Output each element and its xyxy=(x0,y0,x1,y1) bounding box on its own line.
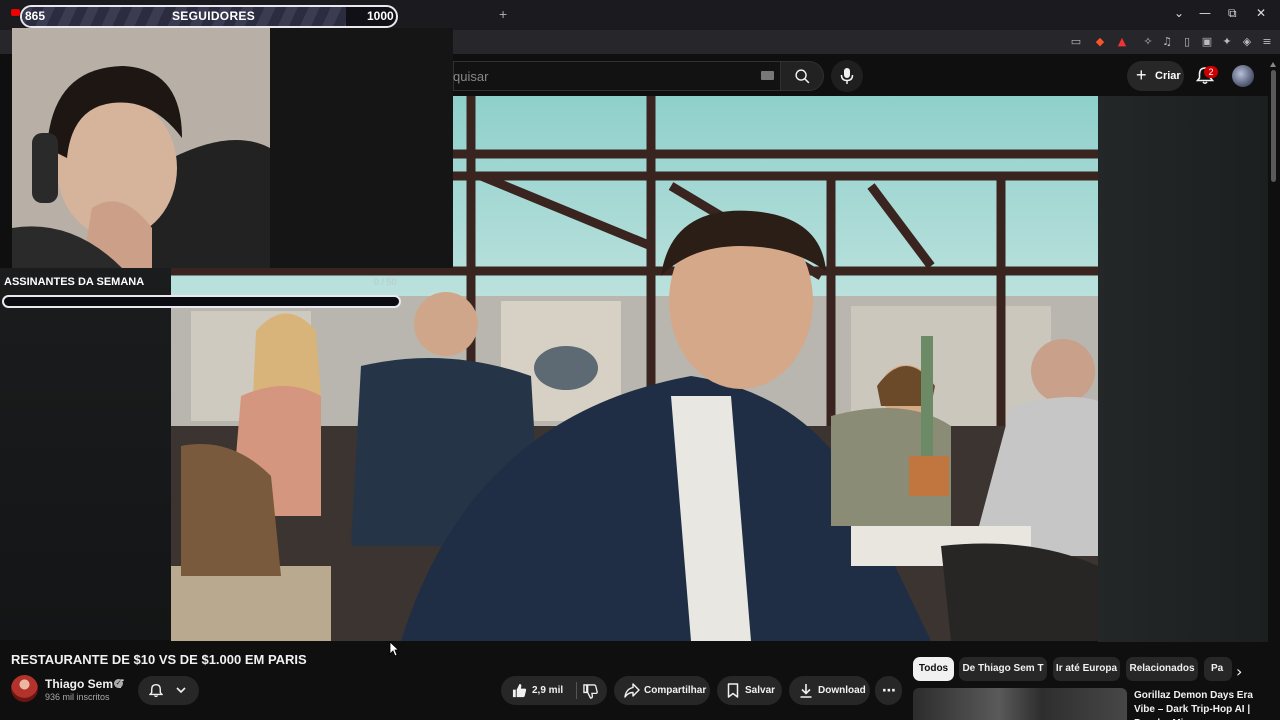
menu-icon[interactable]: ≡ xyxy=(1260,35,1274,49)
minimize-button[interactable]: — xyxy=(1199,6,1211,20)
plus-icon: + xyxy=(1136,65,1147,85)
followers-current: 865 xyxy=(25,9,46,23)
bookmark-icon xyxy=(727,683,739,698)
music-icon[interactable]: ♫ xyxy=(1160,35,1174,49)
download-button[interactable]: Download xyxy=(789,676,870,705)
chip-relacionados[interactable]: Relacionados xyxy=(1126,657,1198,681)
cast-icon[interactable]: ▭ xyxy=(1069,35,1083,49)
webcam-image xyxy=(12,28,453,268)
right-page-background xyxy=(1098,96,1268,642)
close-window-button[interactable]: ✕ xyxy=(1256,6,1266,20)
tab-list-dropdown[interactable]: ⌄ xyxy=(1174,6,1184,20)
chip-channel[interactable]: De Thiago Sem T xyxy=(959,657,1047,681)
subs-week-title: ASSINANTES DA SEMANA xyxy=(4,276,145,288)
channel-avatar[interactable] xyxy=(11,675,38,702)
keyboard-icon[interactable] xyxy=(761,71,774,80)
create-button[interactable]: + Criar xyxy=(1127,61,1184,91)
more-actions-button[interactable]: ⋯ xyxy=(875,676,902,705)
search-placeholder: quisar xyxy=(453,69,489,84)
search-icon xyxy=(795,69,810,84)
restore-button[interactable]: ⧉ xyxy=(1228,6,1237,21)
video-title: RESTAURANTE DE $10 VS DE $1.000 EM PARIS xyxy=(11,652,307,667)
followers-goal: 1000 xyxy=(367,9,394,23)
recommended-video-title[interactable]: Gorillaz Demon Days Era Vibe – Dark Trip… xyxy=(1134,689,1264,720)
create-button-label: Criar xyxy=(1155,70,1181,82)
extensions-icon[interactable]: ✧ xyxy=(1141,35,1155,49)
left-page-background xyxy=(0,268,171,640)
download-icon xyxy=(800,684,812,698)
wallet-icon[interactable]: ▣ xyxy=(1200,35,1214,49)
ai-assistant-icon[interactable]: ✦ xyxy=(1220,35,1234,49)
subscribed-notifications-button[interactable] xyxy=(138,676,199,705)
dislike-icon[interactable] xyxy=(583,684,598,699)
page-scrollbar[interactable] xyxy=(1271,70,1276,182)
chip-todos[interactable]: Todos xyxy=(913,657,954,681)
recommended-video-thumbnail[interactable] xyxy=(913,688,1127,720)
save-label: Salvar xyxy=(745,685,776,696)
mic-icon xyxy=(840,68,854,84)
chip-europa[interactable]: Ir até Europa xyxy=(1053,657,1120,681)
scroll-up-arrow[interactable] xyxy=(1270,62,1276,67)
new-tab-button[interactable]: + xyxy=(499,6,507,22)
mouse-cursor-icon xyxy=(389,641,399,657)
search-button[interactable] xyxy=(780,61,824,91)
share-icon xyxy=(624,683,640,698)
streamer-webcam xyxy=(12,28,453,268)
like-dislike-group: 2,9 mil xyxy=(501,676,607,705)
rewards-triangle-icon[interactable]: ▲ xyxy=(1115,35,1129,49)
channel-subscribers: 936 mil inscritos xyxy=(45,692,110,702)
save-button[interactable]: Salvar xyxy=(717,676,782,705)
like-icon[interactable] xyxy=(512,683,527,698)
chevron-down-icon xyxy=(176,687,186,694)
notification-badge: 2 xyxy=(1204,66,1218,78)
verified-icon: ✓ xyxy=(114,679,123,688)
like-divider xyxy=(576,682,577,699)
youtube-logo-icon xyxy=(11,9,20,16)
vpn-icon[interactable]: ◈ xyxy=(1240,35,1254,49)
search-input[interactable] xyxy=(453,61,780,91)
subs-week-count: 0 / 50 xyxy=(374,277,397,287)
account-avatar[interactable] xyxy=(1232,65,1254,87)
bell-icon xyxy=(149,683,163,698)
brave-shield-icon[interactable]: ◆ xyxy=(1093,35,1107,49)
chevron-right-icon[interactable]: › xyxy=(1236,662,1242,681)
more-icon: ⋯ xyxy=(882,682,896,698)
chip-partial[interactable]: Pa xyxy=(1204,657,1232,681)
share-label: Compartilhar xyxy=(644,685,707,696)
followers-label: SEGUIDORES xyxy=(172,9,256,23)
sidebar-icon[interactable]: ▯ xyxy=(1180,35,1194,49)
voice-search-button[interactable] xyxy=(831,60,863,92)
channel-name[interactable]: Thiago Sem T xyxy=(45,677,124,691)
download-label: Download xyxy=(818,685,866,696)
like-count[interactable]: 2,9 mil xyxy=(532,685,563,696)
share-button[interactable]: Compartilhar xyxy=(614,676,710,705)
subs-week-bar xyxy=(2,295,401,308)
